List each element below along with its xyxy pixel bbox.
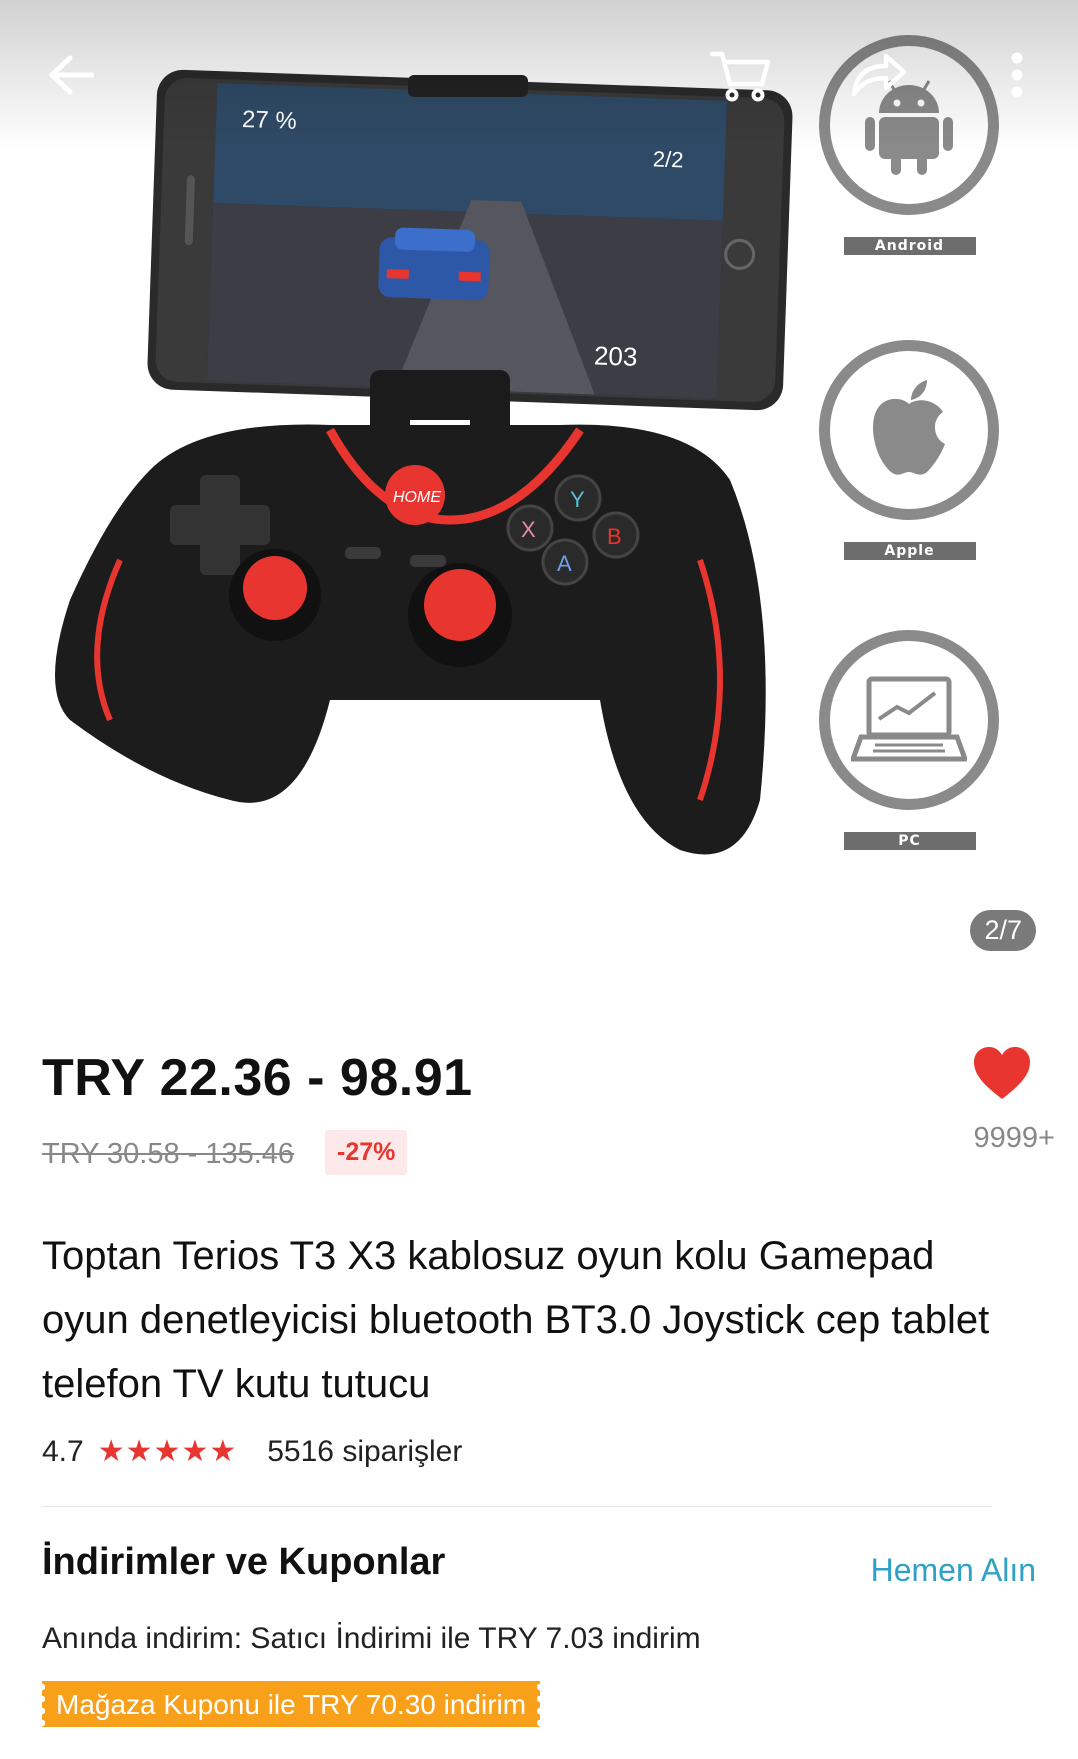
get-now-link[interactable]: Hemen Alın (871, 1552, 1036, 1589)
more-options-button[interactable] (982, 40, 1052, 110)
svg-text:HOME: HOME (393, 489, 441, 506)
wishlist-count: 9999+ (973, 1122, 1055, 1154)
star-icon: ★ (153, 1435, 182, 1468)
star-icon: ★ (97, 1435, 126, 1468)
back-arrow-icon (49, 55, 94, 95)
section-divider (42, 1506, 992, 1507)
laptop-icon (851, 676, 967, 762)
instant-discount-text: Anında indirim: Satıcı İndirimi ile TRY … (42, 1622, 701, 1655)
cart-icon (710, 51, 770, 102)
heart-icon (974, 1047, 1030, 1099)
os-apple: Apple (812, 340, 1007, 560)
star-icon: ★ (181, 1435, 210, 1468)
wishlist-button[interactable] (972, 1045, 1032, 1101)
cart-button[interactable] (705, 40, 775, 110)
discount-badge: -27% (325, 1130, 408, 1175)
star-icon: ★ (125, 1435, 154, 1468)
more-vertical-icon (1011, 52, 1023, 98)
svg-text:Y: Y (570, 487, 585, 512)
back-button[interactable] (36, 40, 106, 110)
product-title: Toptan Terios T3 X3 kablosuz oyun kolu G… (42, 1234, 990, 1406)
rating-value: 4.7 (42, 1434, 84, 1468)
current-price: TRY 22.36 - 98.91 (42, 1049, 473, 1107)
rating-stars: ★★★★★ (98, 1434, 238, 1469)
star-icon: ★ (209, 1435, 238, 1468)
original-price: TRY 30.58 - 135.46 (42, 1138, 295, 1170)
image-counter: 2/7 (970, 910, 1036, 951)
share-icon (851, 53, 906, 97)
svg-text:2/2: 2/2 (653, 146, 684, 172)
os-pc: PC (812, 630, 1007, 850)
store-coupon-badge[interactable]: Mağaza Kuponu ile TRY 70.30 indirim (38, 1681, 544, 1727)
top-gradient (0, 0, 1078, 150)
svg-text:A: A (557, 551, 572, 576)
discounts-section-title: İndirimler ve Kuponlar (42, 1541, 446, 1583)
rating-row[interactable]: 4.7 ★★★★★ 5516 siparişler (42, 1434, 462, 1469)
svg-text:203: 203 (594, 340, 638, 371)
svg-text:X: X (521, 517, 536, 542)
apple-icon (872, 380, 945, 475)
product-image-gallery[interactable]: 27 % 2/2 203 HOME Y X B A (0, 0, 1078, 985)
orders-count: 5516 siparişler (267, 1434, 463, 1468)
share-button[interactable] (843, 40, 913, 110)
svg-text:B: B (607, 524, 622, 549)
